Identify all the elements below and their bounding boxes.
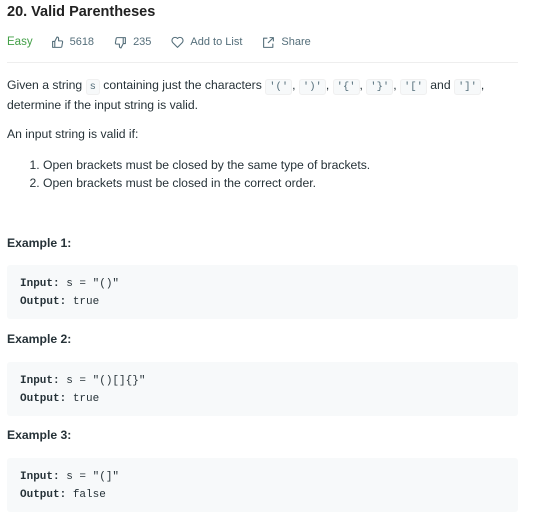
example-2-box: Input: s = "()[]{}" Output: true — [7, 362, 518, 416]
problem-meta-bar: Easy 5618 235 Add to List Share — [7, 34, 331, 50]
description-text: and — [430, 78, 451, 92]
output-label: Output: — [20, 296, 67, 308]
add-to-list-button[interactable]: Add to List — [171, 36, 242, 49]
example-3-box: Input: s = "(]" Output: false — [7, 458, 518, 512]
output-label: Output: — [20, 393, 67, 405]
inline-code-char: '(' — [265, 79, 293, 95]
inline-code-char: ']' — [454, 79, 481, 95]
input-value: s = "()" — [59, 278, 120, 290]
input-label: Input: — [20, 375, 60, 387]
inline-code-char: '[' — [399, 79, 427, 95]
thumbs-down-icon — [114, 36, 126, 48]
output-value: true — [66, 296, 100, 308]
inline-code-s: s — [85, 79, 100, 95]
description-paragraph: Given a string s containing just the cha… — [7, 76, 484, 114]
add-to-list-label: Add to List — [190, 36, 243, 48]
header-divider — [7, 62, 518, 63]
description-text: determine if the input string is valid. — [7, 98, 199, 112]
example-2-heading: Example 2: — [7, 332, 72, 346]
dislike-button[interactable]: 235 — [114, 36, 151, 49]
heart-icon — [171, 36, 184, 48]
share-button[interactable]: Share — [262, 36, 311, 49]
example-1-heading: Example 1: — [7, 236, 72, 250]
share-label: Share — [281, 36, 311, 48]
comma: , — [480, 78, 485, 92]
difficulty-badge: Easy — [7, 36, 33, 48]
output-value: false — [66, 489, 106, 501]
example-3-heading: Example 3: — [7, 428, 72, 442]
list-item: Open brackets must be closed in the corr… — [43, 174, 370, 192]
thumbs-up-icon — [51, 36, 63, 48]
dislike-count: 235 — [133, 36, 152, 48]
output-label: Output: — [20, 489, 67, 501]
like-count: 5618 — [69, 36, 95, 48]
comma: , — [393, 78, 397, 92]
input-label: Input: — [20, 471, 60, 483]
input-value: s = "()[]{}" — [59, 375, 146, 387]
input-label: Input: — [20, 278, 60, 290]
like-button[interactable]: 5618 — [51, 36, 94, 49]
description-text: containing just the characters — [103, 78, 262, 92]
comma: , — [359, 78, 363, 92]
validity-intro: An input string is valid if: — [7, 127, 139, 141]
output-value: true — [66, 393, 100, 405]
input-value: s = "(]" — [59, 471, 120, 483]
problem-title: 20. Valid Parentheses — [7, 4, 156, 20]
description-text: Given a string — [7, 78, 83, 92]
comma: , — [292, 78, 296, 92]
inline-code-char: '}' — [366, 79, 394, 95]
rules-list: Open brackets must be closed by the same… — [7, 156, 370, 192]
inline-code-char: ')' — [298, 79, 326, 95]
share-icon — [263, 36, 275, 48]
comma: , — [325, 78, 330, 92]
inline-code-char: '{' — [332, 79, 360, 95]
list-item: Open brackets must be closed by the same… — [43, 156, 370, 174]
example-1-box: Input: s = "()" Output: true — [7, 265, 518, 319]
